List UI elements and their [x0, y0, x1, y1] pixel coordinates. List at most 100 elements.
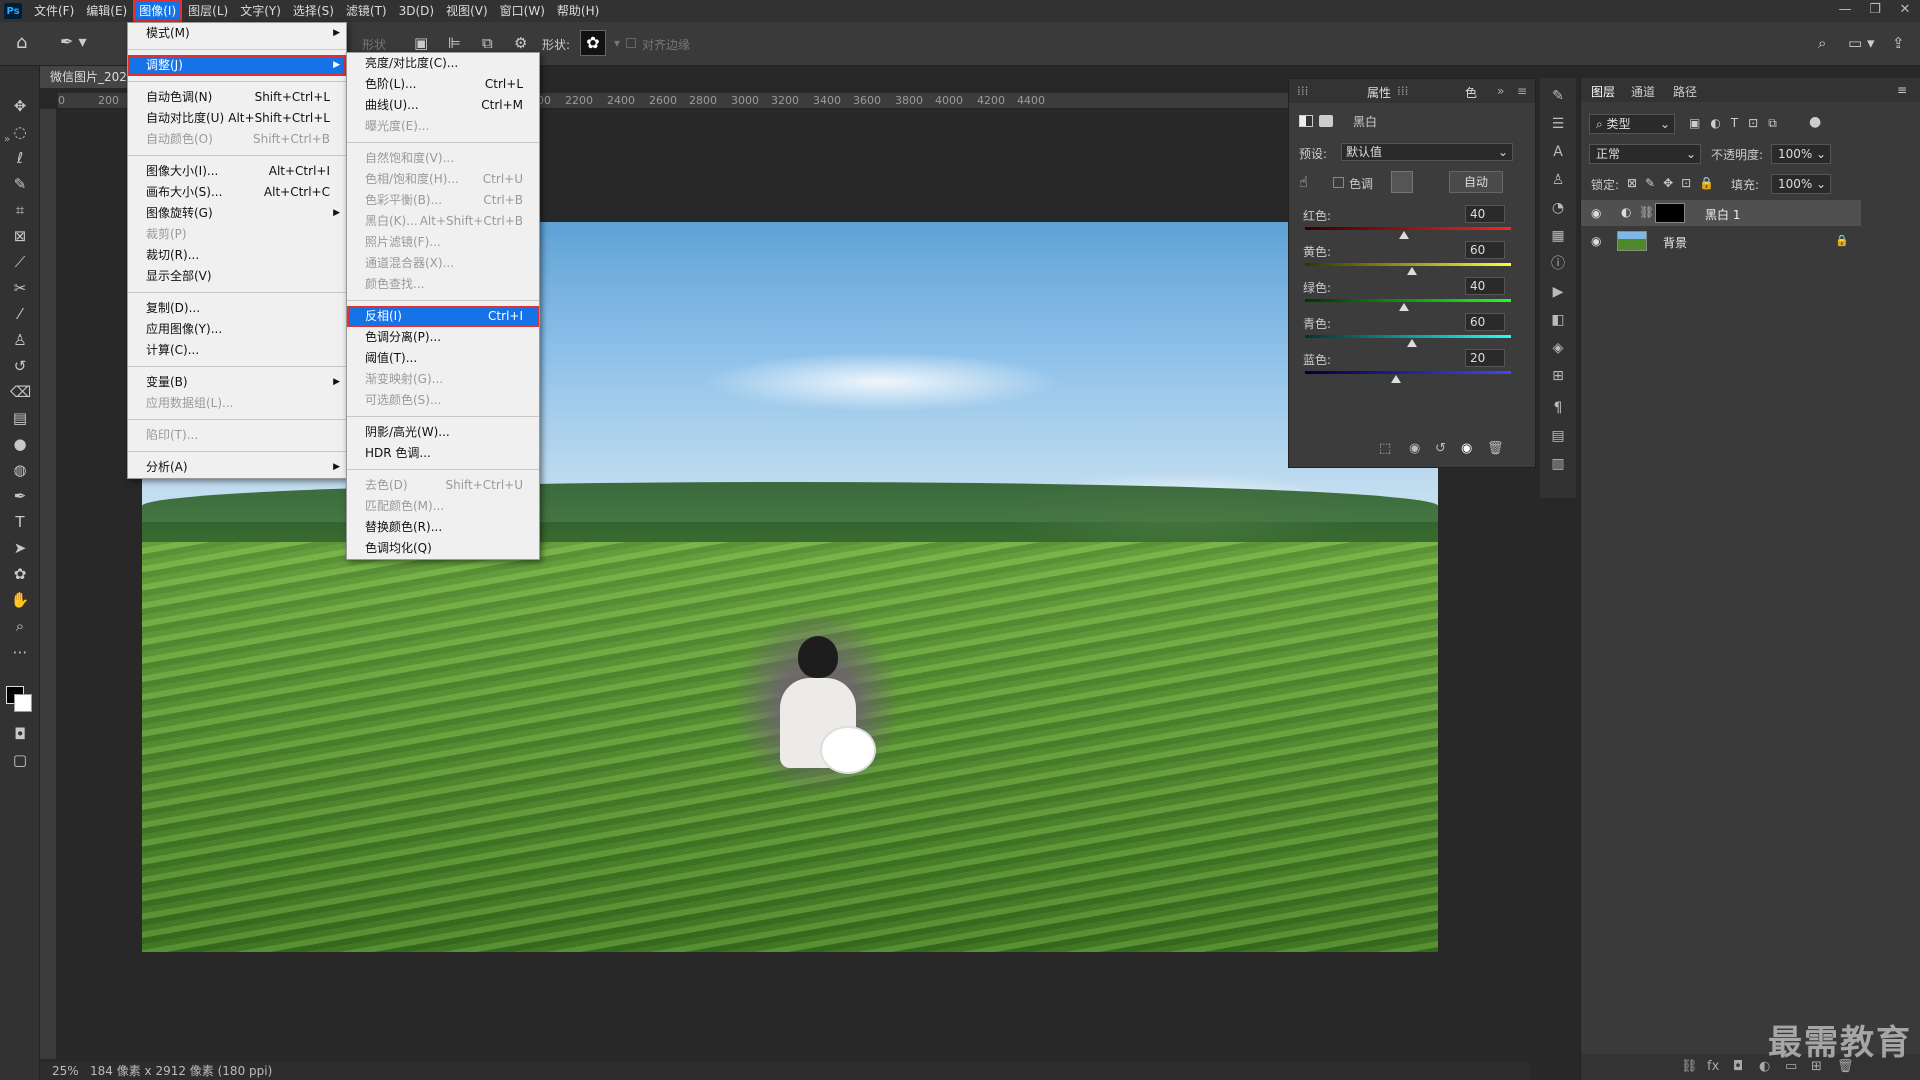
menu-option[interactable]: 亮度/对比度(C)... [347, 53, 539, 74]
layer-mask-thumbnail[interactable] [1655, 203, 1685, 223]
ai-text-icon[interactable]: A [1548, 142, 1568, 162]
quick-mask-icon[interactable]: ◘ [10, 724, 30, 744]
lasso-tool-icon[interactable]: ℓ [10, 148, 30, 168]
layer-name[interactable]: 黑白 1 [1705, 206, 1740, 223]
slider-value-input[interactable]: 40 [1465, 205, 1505, 223]
character-styles-icon[interactable]: ▤ [1548, 426, 1568, 446]
menu-option[interactable]: 反相(I) Ctrl+I [347, 306, 539, 327]
pen-tool-icon[interactable]: ✒ ▾ [60, 32, 87, 51]
tab-channels[interactable]: 通道 [1631, 83, 1655, 100]
preset-select[interactable]: 默认值 ⌄ [1341, 143, 1513, 161]
menu-item[interactable]: 文件(F) [28, 0, 80, 22]
restore-icon[interactable]: ❐ [1860, 0, 1890, 22]
slider-value-input[interactable]: 60 [1465, 241, 1505, 259]
table-icon[interactable]: ⊞ [1548, 366, 1568, 386]
hand-tool-icon[interactable]: ✋ [10, 590, 30, 610]
menu-option[interactable]: 阈值(T)... [347, 348, 539, 369]
menu-option[interactable]: 色阶(L)... Ctrl+L [347, 74, 539, 95]
crop-tool-icon[interactable]: ⌗ [10, 200, 30, 220]
menu-item[interactable]: 帮助(H) [551, 0, 605, 22]
auto-button[interactable]: 自动 [1449, 171, 1503, 193]
menu-option[interactable]: 图像旋转(G) ▶ [128, 203, 346, 224]
slider-value-input[interactable]: 40 [1465, 277, 1505, 295]
menu-option[interactable]: 自动色调(N) Shift+Ctrl+L [128, 87, 346, 108]
zoom-level[interactable]: 25% [52, 1062, 79, 1080]
pen-icon[interactable]: ✒ [10, 486, 30, 506]
share-icon[interactable]: ⇪ [1892, 34, 1905, 52]
panel-grip-icon[interactable]: ⁞⁞⁞ [1397, 84, 1408, 98]
more-tools-icon[interactable]: ⋯ [10, 642, 30, 662]
menu-option[interactable]: 阴影/高光(W)... [347, 422, 539, 443]
slider-thumb[interactable] [1398, 231, 1409, 239]
tab-paths[interactable]: 路径 [1673, 83, 1697, 100]
menu-option[interactable]: 调整(J) ▶ [128, 55, 346, 76]
menu-option[interactable]: 替换颜色(R)... [347, 517, 539, 538]
color-slider-track[interactable] [1305, 263, 1511, 266]
gear-icon[interactable]: ⚙ [514, 34, 527, 52]
menu-option[interactable]: 画布大小(S)... Alt+Ctrl+C [128, 182, 346, 203]
slider-thumb[interactable] [1390, 375, 1401, 383]
color-slider-track[interactable] [1305, 371, 1511, 374]
clone-source-icon[interactable]: ♙ [1548, 170, 1568, 190]
menu-option[interactable]: 显示全部(V) [128, 266, 346, 287]
gradient-icon[interactable]: ▤ [10, 408, 30, 428]
menu-item[interactable]: 编辑(E) [80, 0, 133, 22]
menu-option[interactable]: 分析(A) ▶ [128, 457, 346, 478]
path-align-icon[interactable]: ⊫ [448, 34, 461, 52]
lock-options-icons[interactable]: ⊠✎✥⊡🔒 [1627, 176, 1722, 190]
menu-option[interactable]: 复制(D)... [128, 298, 346, 319]
add-mask-icon[interactable]: ◘ [1733, 1059, 1743, 1074]
panel-grip-icon[interactable]: ⁞⁞⁞ [1297, 84, 1308, 98]
slider-thumb[interactable] [1398, 303, 1409, 311]
healing-brush-icon[interactable]: ✂ [10, 278, 30, 298]
fx-icon[interactable]: fx [1707, 1059, 1719, 1074]
targeted-adjust-hand-icon[interactable]: ☝ [1299, 173, 1308, 191]
menu-item[interactable]: 3D(D) [393, 0, 440, 22]
visibility-eye-icon[interactable]: ◉ [1591, 206, 1601, 220]
minimize-icon[interactable]: — [1830, 0, 1860, 22]
layer-filter-icons[interactable]: ▣◐T⊡⧉ [1689, 116, 1787, 131]
blur-icon[interactable]: ● [10, 434, 30, 454]
actions-play-icon[interactable]: ▶ [1548, 282, 1568, 302]
tint-color-swatch[interactable] [1391, 171, 1413, 193]
frame-tool-icon[interactable]: ⊠ [10, 226, 30, 246]
adjustments-icon[interactable]: ◧ [1548, 310, 1568, 330]
blend-mode-select[interactable]: 正常 ⌄ [1589, 144, 1701, 164]
type-tool-icon[interactable]: T [10, 512, 30, 532]
history-icon[interactable]: ◔ [1548, 198, 1568, 218]
menu-item[interactable]: 滤镜(T) [340, 0, 393, 22]
clone-stamp-icon[interactable]: ♙ [10, 330, 30, 350]
3d-icon[interactable]: ◈ [1548, 338, 1568, 358]
path-ops-icon[interactable]: ▣ [414, 34, 428, 52]
shape-picker-flower-icon[interactable]: ✿ [580, 30, 606, 56]
view-previous-icon[interactable]: ◉ [1409, 441, 1420, 456]
eraser-icon[interactable]: ⌫ [10, 382, 31, 402]
clip-to-layer-icon[interactable]: ⬚ [1379, 441, 1391, 456]
quick-select-icon[interactable]: ✎ [10, 174, 30, 194]
search-icon[interactable]: ⌕ [1818, 34, 1826, 52]
visibility-eye-icon[interactable]: ◉ [1591, 234, 1601, 248]
layer-name[interactable]: 背景 [1663, 234, 1687, 251]
dodge-icon[interactable]: ◍ [10, 460, 30, 480]
screen-mode-icon[interactable]: ▢ [10, 750, 30, 770]
filter-toggle-icon[interactable]: ● [1809, 114, 1821, 130]
menu-item[interactable]: 文字(Y) [234, 0, 287, 22]
menu-option[interactable]: HDR 色调... [347, 443, 539, 464]
panel-menu-icon[interactable]: ≡ [1517, 84, 1527, 98]
visibility-eye-icon[interactable]: ◉ [1461, 441, 1472, 456]
properties-icon[interactable]: ▦ [1548, 226, 1568, 246]
path-select-icon[interactable]: ➤ [10, 538, 30, 558]
menu-option[interactable]: 曲线(U)... Ctrl+M [347, 95, 539, 116]
tint-checkbox[interactable] [1333, 177, 1344, 188]
brush-settings-icon[interactable]: ✎ [1548, 86, 1568, 106]
move-tool-icon[interactable]: ✥ [10, 96, 30, 116]
menu-option[interactable]: 计算(C)... [128, 340, 346, 361]
menu-option[interactable]: 模式(M) ▶ [128, 23, 346, 44]
opacity-input[interactable]: 100% ⌄ [1771, 144, 1831, 164]
home-icon[interactable]: ⌂ [16, 32, 40, 54]
path-arrange-icon[interactable]: ⧉ [482, 34, 493, 52]
color-slider-track[interactable] [1305, 227, 1511, 230]
trash-icon[interactable]: 🗑 [1487, 441, 1504, 456]
document-tab[interactable]: 微信图片_202 [40, 66, 130, 88]
menu-item[interactable]: 视图(V) [440, 0, 494, 22]
